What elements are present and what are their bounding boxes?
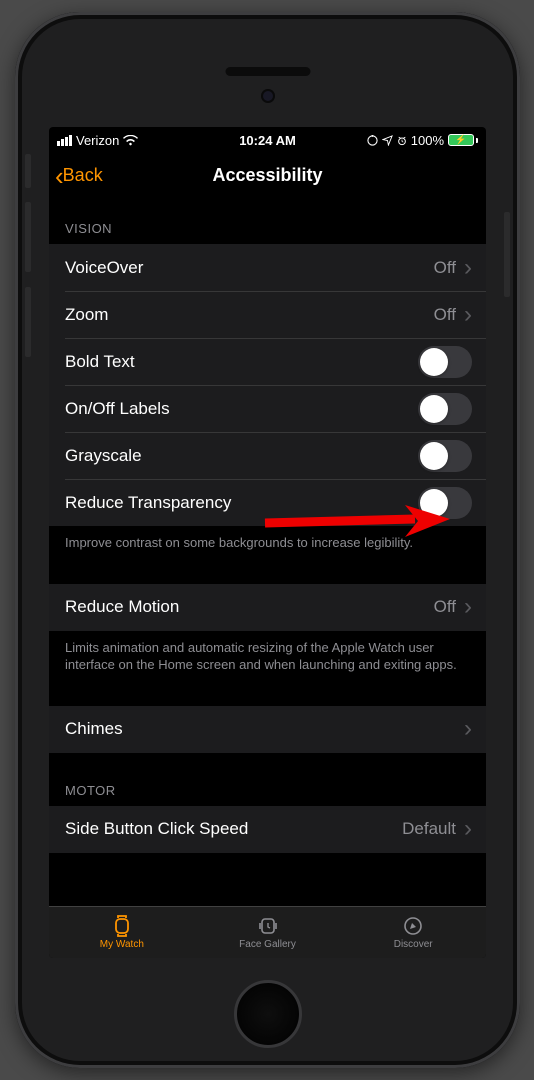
chevron-right-icon: › <box>464 817 472 841</box>
speaker-grille <box>225 67 310 76</box>
row-grayscale[interactable]: Grayscale <box>49 432 486 479</box>
section-header-vision: VISION <box>49 199 486 244</box>
tab-bar: My Watch Face Gallery Discover <box>49 906 486 958</box>
row-onoff-labels[interactable]: On/Off Labels <box>49 385 486 432</box>
row-zoom[interactable]: Zoom Off › <box>49 291 486 338</box>
volume-down-button <box>25 287 31 357</box>
side-button-label: Side Button Click Speed <box>65 819 402 839</box>
reduce-transparency-label: Reduce Transparency <box>65 493 418 513</box>
grayscale-label: Grayscale <box>65 446 418 466</box>
zoom-value: Off <box>434 305 456 325</box>
compass-icon <box>401 915 425 937</box>
tab-face-gallery-label: Face Gallery <box>239 939 296 950</box>
wifi-icon <box>123 135 138 146</box>
chevron-right-icon: › <box>464 256 472 280</box>
row-side-button-speed[interactable]: Side Button Click Speed Default › <box>49 806 486 853</box>
reduce-motion-label: Reduce Motion <box>65 597 434 617</box>
chevron-right-icon: › <box>464 303 472 327</box>
grayscale-toggle[interactable] <box>418 440 472 472</box>
zoom-label: Zoom <box>65 305 434 325</box>
tab-face-gallery[interactable]: Face Gallery <box>195 907 341 958</box>
chevron-right-icon: › <box>464 595 472 619</box>
bold-text-toggle[interactable] <box>418 346 472 378</box>
silence-switch <box>25 154 31 188</box>
row-reduce-motion[interactable]: Reduce Motion Off › <box>49 584 486 631</box>
battery-icon: ⚡ <box>448 134 478 146</box>
voiceover-value: Off <box>434 258 456 278</box>
status-bar: Verizon 10:24 AM 100% ⚡ <box>49 127 486 153</box>
transparency-footer: Improve contrast on some backgrounds to … <box>49 526 486 552</box>
home-button[interactable] <box>234 980 302 1048</box>
tab-discover[interactable]: Discover <box>340 907 486 958</box>
side-button-value: Default <box>402 819 456 839</box>
onoff-labels-toggle[interactable] <box>418 393 472 425</box>
clock-label: 10:24 AM <box>239 133 296 148</box>
motion-footer: Limits animation and automatic resizing … <box>49 631 486 674</box>
tab-discover-label: Discover <box>394 939 433 950</box>
face-gallery-icon <box>256 915 280 937</box>
section-header-motor: MOTOR <box>49 753 486 806</box>
screen: Verizon 10:24 AM 100% ⚡ ‹ Back Accessibi… <box>49 127 486 958</box>
voiceover-label: VoiceOver <box>65 258 434 278</box>
reduce-motion-value: Off <box>434 597 456 617</box>
tab-my-watch-label: My Watch <box>100 939 144 950</box>
back-button[interactable]: ‹ Back <box>49 163 106 189</box>
carrier-label: Verizon <box>76 133 119 148</box>
alarm-icon <box>397 135 407 146</box>
page-title: Accessibility <box>212 165 322 186</box>
signal-icon <box>57 135 72 146</box>
chimes-label: Chimes <box>65 719 464 739</box>
row-reduce-transparency[interactable]: Reduce Transparency <box>49 479 486 526</box>
onoff-labels-label: On/Off Labels <box>65 399 418 419</box>
reduce-transparency-toggle[interactable] <box>418 487 472 519</box>
tab-my-watch[interactable]: My Watch <box>49 907 195 958</box>
row-bold-text[interactable]: Bold Text <box>49 338 486 385</box>
volume-up-button <box>25 202 31 272</box>
back-label: Back <box>63 165 103 186</box>
battery-pct-label: 100% <box>411 133 444 148</box>
content-area[interactable]: VISION VoiceOver Off › Zoom Off › Bold T… <box>49 199 486 906</box>
chevron-right-icon: › <box>464 717 472 741</box>
phone-frame: Verizon 10:24 AM 100% ⚡ ‹ Back Accessibi… <box>15 12 520 1068</box>
front-camera <box>261 89 275 103</box>
location-icon <box>382 135 393 146</box>
row-voiceover[interactable]: VoiceOver Off › <box>49 244 486 291</box>
orientation-lock-icon <box>367 135 378 146</box>
bold-text-label: Bold Text <box>65 352 418 372</box>
row-chimes[interactable]: Chimes › <box>49 706 486 753</box>
power-button <box>504 212 510 297</box>
nav-bar: ‹ Back Accessibility <box>49 153 486 199</box>
watch-icon <box>110 915 134 937</box>
